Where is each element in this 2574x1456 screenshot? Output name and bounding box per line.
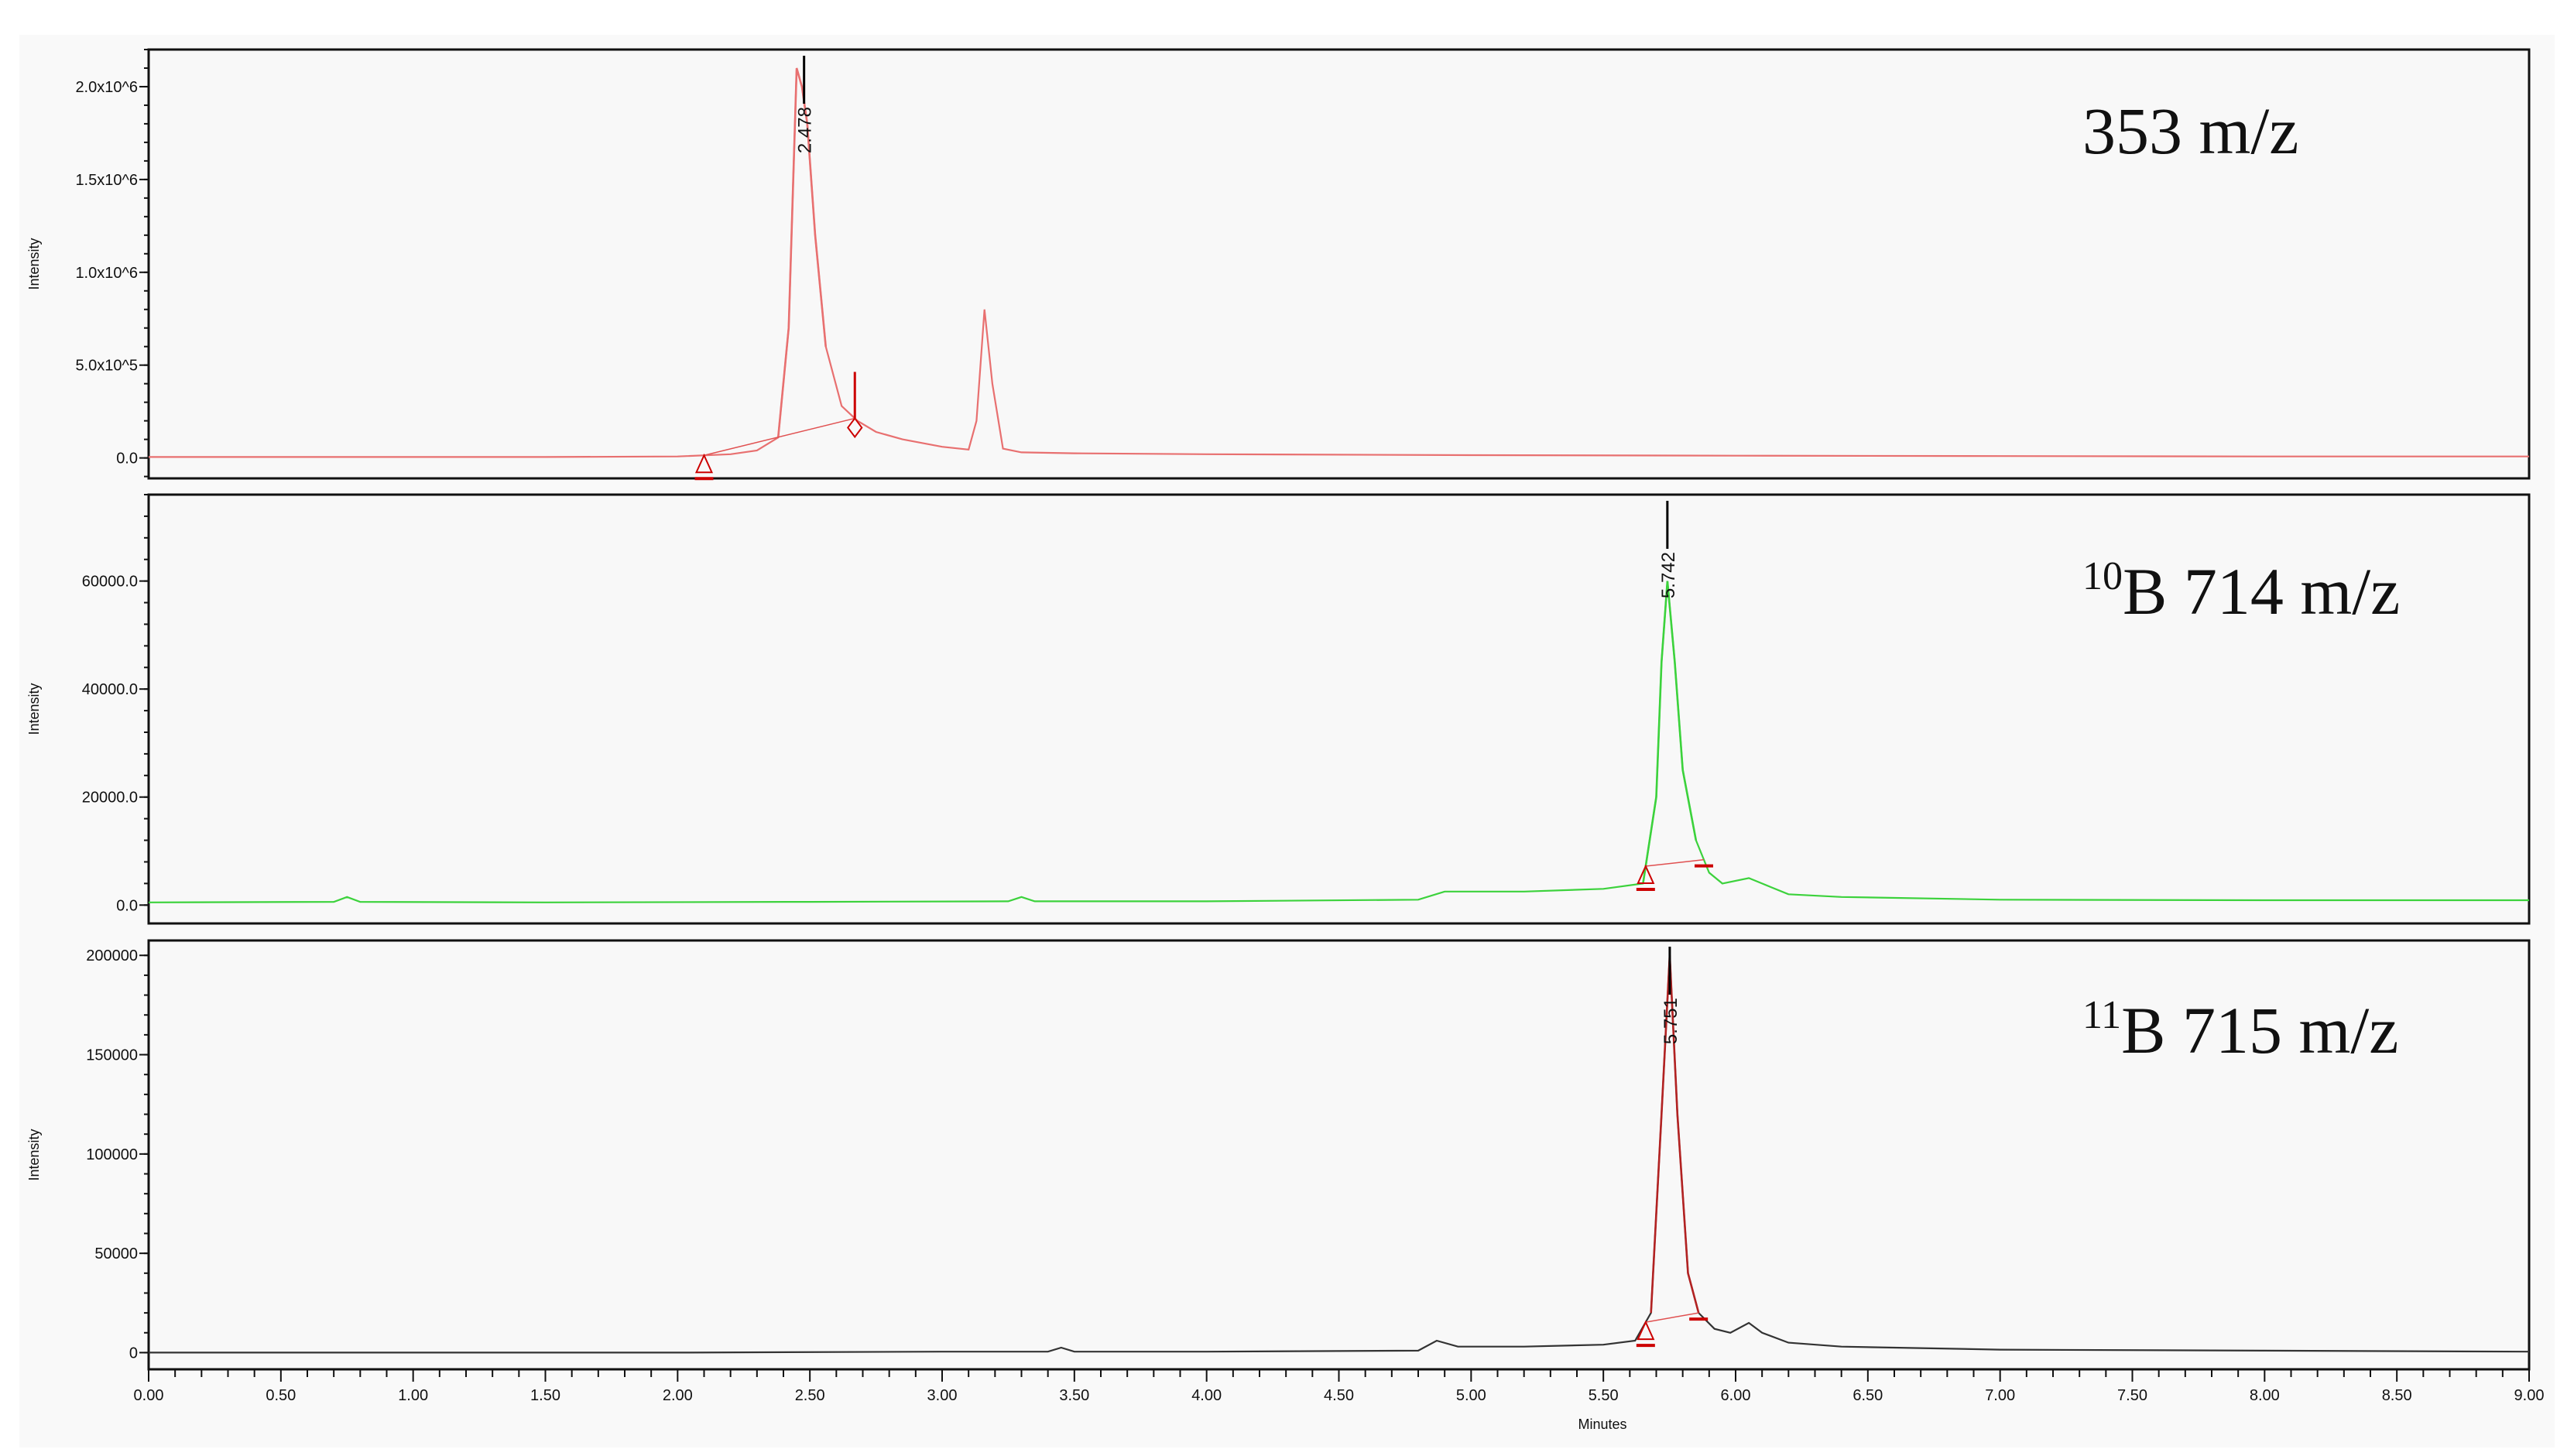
y-tick-label: 50000 — [94, 1245, 138, 1262]
x-tick-label: 8.00 — [2250, 1387, 2280, 1404]
x-axis-label: Minutes — [1578, 1417, 1626, 1432]
x-tick-label: 0.00 — [134, 1387, 164, 1404]
x-tick-label: 5.50 — [1589, 1387, 1619, 1404]
y-tick-label: 1.0x10^6 — [75, 265, 138, 282]
y-axis-label: Intensity — [26, 1129, 42, 1180]
x-tick-label: 2.50 — [795, 1387, 825, 1404]
x-tick-label: 0.50 — [266, 1387, 296, 1404]
x-tick-label: 7.00 — [1985, 1387, 2015, 1404]
isotope-superscript: 11 — [2082, 993, 2121, 1037]
x-tick-label: 1.00 — [398, 1387, 428, 1404]
x-tick-label: 1.50 — [530, 1387, 560, 1404]
peak-retention-label: 2.478 — [795, 107, 816, 153]
y-tick-label: 100000 — [86, 1146, 138, 1163]
x-tick-label: 3.00 — [927, 1387, 958, 1404]
y-tick-label: 200000 — [86, 947, 138, 964]
y-tick-label: 5.0x10^5 — [75, 358, 138, 375]
y-tick-label: 20000.0 — [82, 790, 138, 807]
y-tick-label: 60000.0 — [82, 574, 138, 591]
x-tick-label: 5.00 — [1456, 1387, 1486, 1404]
y-tick-label: 1.5x10^6 — [75, 172, 138, 189]
y-tick-label: 150000 — [86, 1047, 138, 1064]
x-tick-label: 8.50 — [2382, 1387, 2412, 1404]
title-text: B 715 m/z — [2121, 993, 2398, 1067]
panel-3: 0 50000 100000 150000 200000 Intensity 5.751 11… — [26, 939, 2531, 1371]
x-tick-label: 6.50 — [1853, 1387, 1883, 1404]
y-tick-label: 2.0x10^6 — [75, 79, 138, 96]
y-tick-label: 40000.0 — [82, 681, 138, 698]
title-text: B 714 m/z — [2123, 554, 2400, 629]
x-tick-label: 6.00 — [1721, 1387, 1751, 1404]
x-tick-label: 4.00 — [1191, 1387, 1222, 1404]
y-tick-label: 0.0 — [116, 897, 138, 914]
x-tick-label: 2.00 — [663, 1387, 693, 1404]
panel-2: 0.0 20000.0 40000.0 60000.0 Intensity 5.742 10… — [26, 493, 2531, 925]
panels: 0.0 5.0x10^5 1.0x10^6 1.5x10^6 2.0x10^6 Inten… — [26, 48, 2531, 1371]
panel-1: 0.0 5.0x10^5 1.0x10^6 1.5x10^6 2.0x10^6 Inten… — [26, 48, 2531, 481]
panel-title: 353 m/z — [2082, 94, 2298, 168]
y-tick-label: 0 — [129, 1345, 138, 1362]
panel-title: 11B 715 m/z — [2082, 993, 2398, 1067]
x-tick-label: 7.50 — [2117, 1387, 2147, 1404]
y-tick-label: 0.0 — [116, 451, 138, 468]
y-axis-label: Intensity — [26, 683, 42, 735]
isotope-superscript: 10 — [2082, 554, 2123, 598]
panel-title: 10B 714 m/z — [2082, 554, 2400, 629]
x-tick-label: 3.50 — [1059, 1387, 1089, 1404]
peak-retention-label: 5.751 — [1661, 998, 1681, 1044]
peak-retention-label: 5.742 — [1658, 552, 1679, 598]
x-tick-label: 4.50 — [1324, 1387, 1354, 1404]
y-axis-label: Intensity — [26, 238, 42, 289]
chromatogram-figure: 0.0 5.0x10^5 1.0x10^6 1.5x10^6 2.0x10^6 Inten… — [19, 35, 2555, 1447]
x-tick-label: 9.00 — [2514, 1387, 2545, 1404]
